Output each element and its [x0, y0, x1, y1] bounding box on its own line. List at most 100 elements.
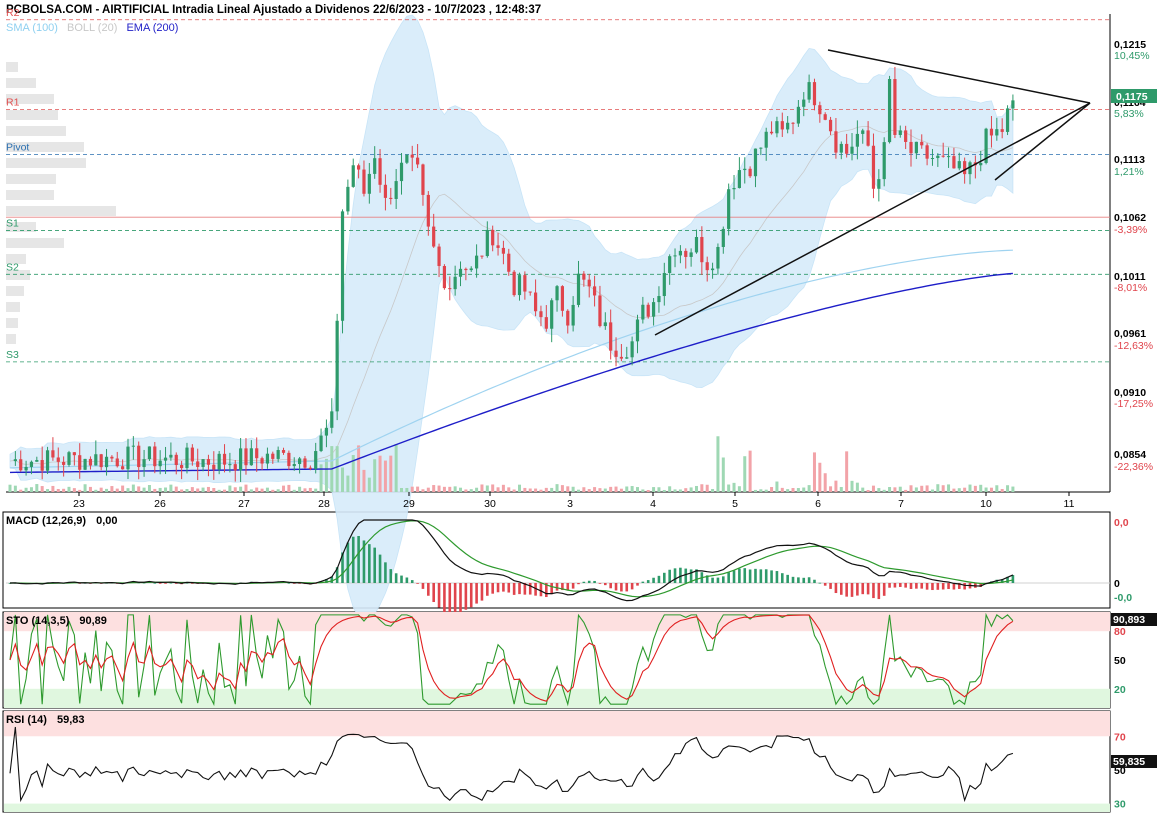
candle-body	[930, 158, 935, 160]
macd-histogram-bar	[427, 583, 430, 596]
macd-histogram-bar	[882, 583, 886, 596]
macd-tick-zero: 0	[1114, 578, 1120, 590]
volume-profile-bar	[6, 206, 116, 216]
candle-body	[786, 122, 790, 130]
macd-histogram-bar	[931, 583, 934, 591]
volume-bar	[1006, 485, 1010, 492]
rsi-tick: 30	[1114, 799, 1126, 811]
x-label: 10	[980, 498, 992, 510]
candle-body	[62, 461, 66, 465]
sto-panel: 80 50 20 90,893	[4, 612, 1157, 708]
price-tick: 0,0961	[1114, 328, 1146, 340]
macd-histogram-bar	[813, 579, 816, 583]
macd-value: 0,00	[96, 515, 118, 527]
volume-bar	[298, 486, 302, 492]
volume-profile-bar	[6, 62, 18, 72]
volume-bar	[282, 485, 286, 492]
volume-bar	[426, 487, 430, 492]
macd-histogram-bar	[743, 568, 747, 583]
volume-bar	[737, 486, 741, 492]
volume-bar	[614, 486, 618, 492]
candle-body	[94, 454, 98, 466]
volume-bar	[265, 487, 269, 492]
candle-body	[963, 161, 967, 175]
candle-body	[802, 99, 806, 107]
candle-body	[340, 211, 345, 321]
candle-body	[952, 156, 956, 169]
volume-bar	[791, 488, 795, 492]
volume-bar	[979, 484, 983, 492]
candle-body	[201, 459, 205, 467]
volume-bar	[110, 486, 114, 492]
volume-bar	[898, 486, 902, 492]
candle-body	[45, 450, 50, 471]
volume-bar	[850, 480, 854, 492]
macd-histogram-bar	[646, 580, 650, 583]
volume-bar	[239, 486, 243, 492]
volume-bar	[732, 482, 736, 492]
candle-body	[212, 464, 216, 470]
macd-histogram-bar	[947, 583, 950, 589]
macd-histogram-bar	[684, 568, 688, 583]
volume-bar	[544, 487, 548, 492]
sto-overbought-zone	[4, 612, 1110, 632]
candle-body	[646, 304, 650, 317]
x-label: 29	[403, 498, 415, 510]
candle-body	[1000, 129, 1004, 132]
macd-histogram-bar	[856, 583, 859, 596]
x-label: 30	[484, 498, 496, 510]
x-label: 6	[815, 498, 821, 510]
candle-body	[121, 466, 125, 470]
volume-bar	[823, 473, 827, 492]
candle-body	[625, 357, 629, 359]
sto-tick: 80	[1114, 626, 1126, 638]
percent-tick: -22,36%	[1114, 461, 1153, 473]
level-label-s2: S2	[6, 261, 19, 273]
macd-histogram-bar	[641, 581, 645, 583]
volume-bar	[711, 488, 715, 492]
candle-body	[464, 268, 468, 271]
macd-histogram-bar	[732, 570, 736, 583]
sto-name: STO (14,3,5)	[6, 615, 70, 627]
volume-bar	[147, 485, 151, 492]
macd-histogram-bar	[469, 583, 473, 608]
volume-bar	[1011, 486, 1015, 492]
macd-histogram-bar	[877, 583, 881, 600]
candle-body	[383, 184, 388, 198]
volume-bar	[582, 487, 586, 492]
candle-body	[276, 450, 280, 459]
candle-body	[684, 250, 688, 257]
macd-histogram-bar	[770, 570, 773, 583]
candle-body	[544, 317, 548, 329]
volume-bar	[485, 485, 489, 492]
candle-body	[528, 291, 532, 293]
candle-body	[303, 458, 307, 468]
macd-histogram-bar	[555, 583, 559, 591]
x-label: 7	[898, 498, 904, 510]
volume-bar	[46, 489, 50, 492]
volume-bar	[88, 486, 92, 492]
candle-body	[834, 131, 838, 153]
volume-bar	[576, 489, 580, 492]
candle-body	[904, 130, 908, 142]
candle-body	[716, 246, 720, 269]
volume-bar	[389, 455, 393, 492]
volume-bar	[255, 487, 259, 492]
volume-bar	[501, 484, 505, 492]
candle-body	[416, 157, 420, 165]
macd-histogram-bar	[722, 576, 725, 583]
candle-body	[845, 143, 849, 154]
macd-histogram-bar	[491, 583, 494, 594]
candle-body	[78, 455, 82, 470]
candle-body	[244, 448, 248, 466]
candle-body	[228, 464, 232, 466]
macd-histogram-bar	[657, 575, 661, 583]
last-price-text: 0,1175	[1116, 91, 1148, 103]
candle-body	[169, 454, 173, 458]
x-label: 26	[154, 498, 166, 510]
macd-histogram-bar	[528, 583, 532, 595]
level-label-s3: S3	[6, 349, 19, 361]
volume-bar	[67, 486, 71, 492]
volume-bar	[158, 487, 162, 492]
candle-body	[426, 194, 430, 227]
